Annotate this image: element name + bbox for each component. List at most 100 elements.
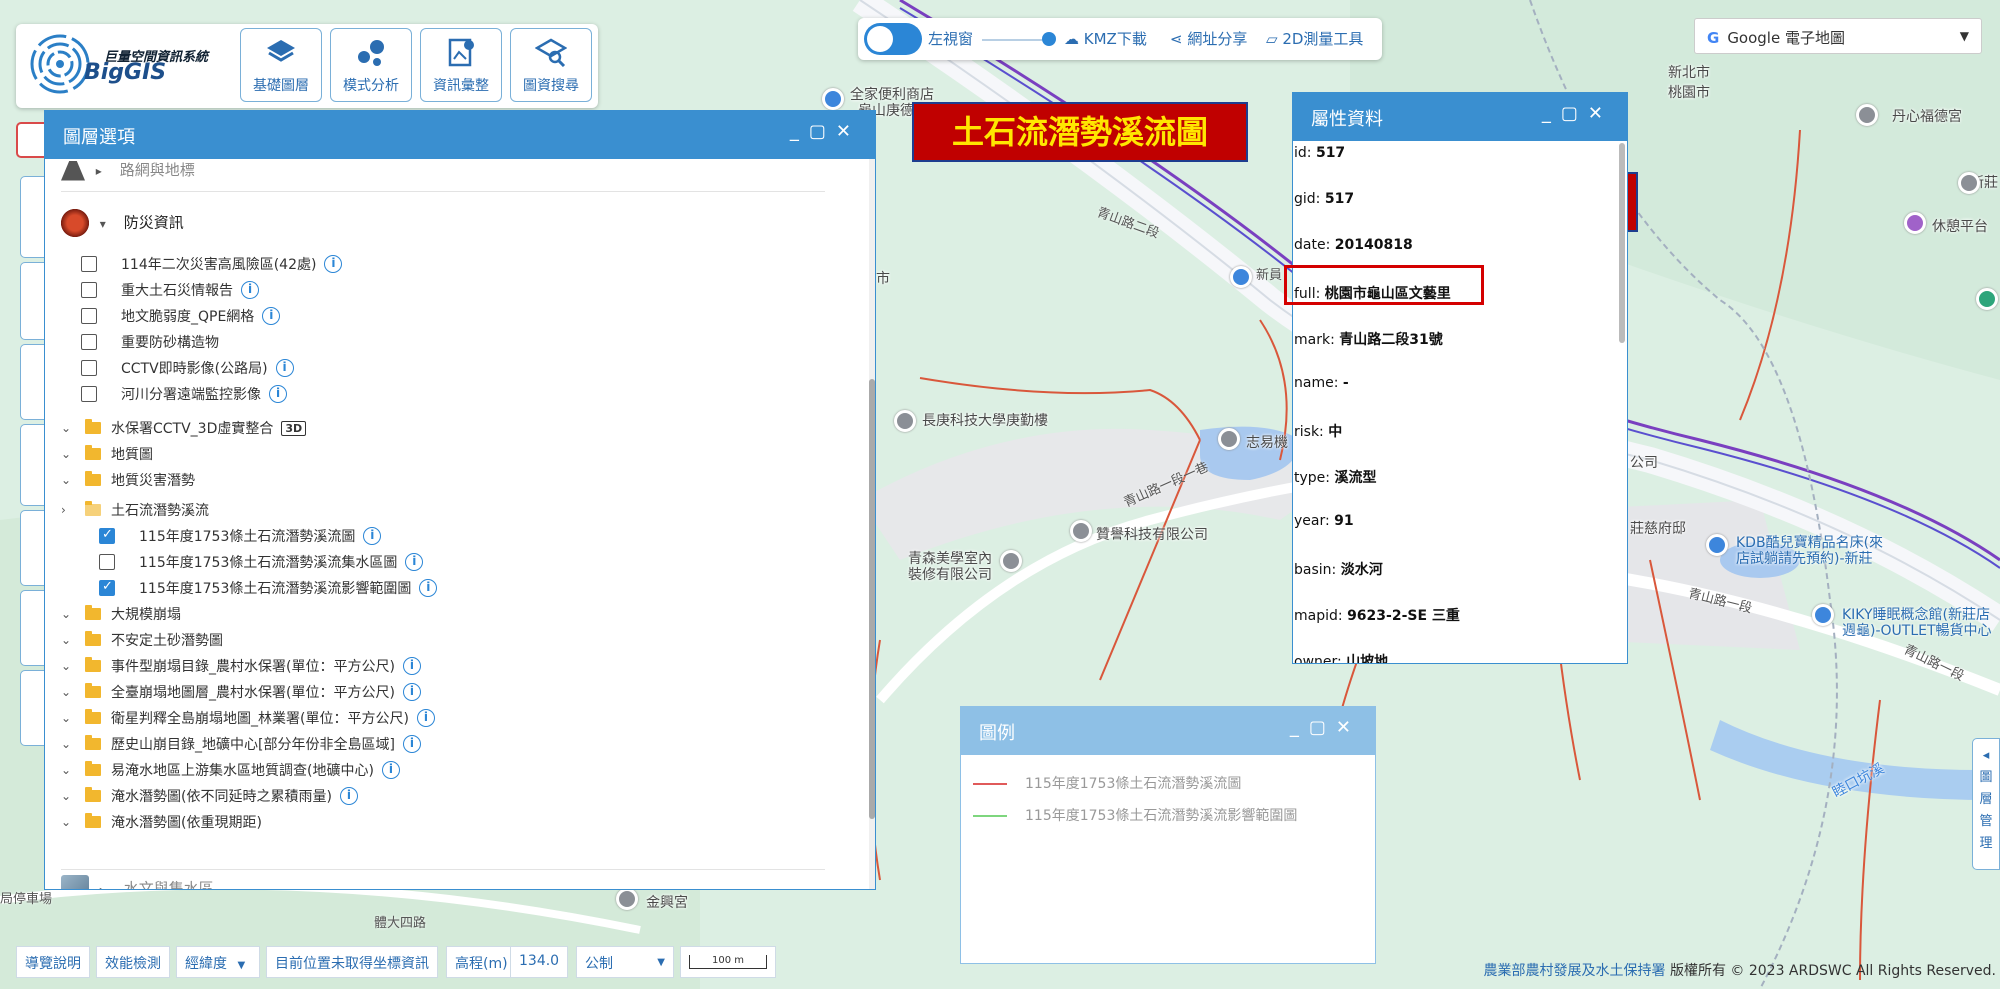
layer-checkbox[interactable] bbox=[81, 334, 97, 350]
info-icon[interactable]: i bbox=[339, 787, 358, 805]
layer-folder[interactable]: ⌄ 歷史山崩目錄_地礦中心[部分年份非全島區域] i bbox=[61, 733, 421, 755]
info-icon[interactable]: i bbox=[363, 527, 382, 545]
basemap-select[interactable]: G Google 電子地圖 ▼ bbox=[1694, 18, 1982, 54]
info-icon[interactable]: i bbox=[262, 307, 281, 325]
info-summary-button[interactable]: 資訊彙整 bbox=[420, 28, 502, 102]
map-label-newtaipei: 新北市 bbox=[1668, 65, 1710, 81]
info-icon[interactable]: i bbox=[324, 255, 343, 273]
layer-folder[interactable]: ⌄ 淹水潛勢圖(依不同延時之累積雨量) i bbox=[61, 785, 358, 807]
copyright-org[interactable]: 農業部農村發展及水土保持署 bbox=[1484, 963, 1666, 979]
layer-checkbox[interactable] bbox=[81, 360, 97, 376]
biggis-logo[interactable]: 巨量空間資訊系統 BigGIS bbox=[26, 30, 236, 100]
close-icon[interactable]: ✕ bbox=[836, 121, 861, 142]
park-pin-icon[interactable] bbox=[1976, 288, 1998, 310]
map-search-button[interactable]: 圖資搜尋 bbox=[510, 28, 592, 102]
layer-checkbox[interactable] bbox=[99, 527, 115, 544]
info-icon[interactable]: i bbox=[419, 579, 438, 597]
layer-folder[interactable]: ⌄ 易淹水地區上游集水區地質調查(地礦中心) i bbox=[61, 759, 400, 781]
share-url-button[interactable]: ⋖ 網址分享 bbox=[1170, 28, 1247, 49]
layer-checkbox[interactable] bbox=[81, 256, 97, 272]
analysis-button[interactable]: 模式分析 bbox=[330, 28, 412, 102]
info-icon[interactable]: i bbox=[241, 281, 259, 299]
location-pin-icon[interactable] bbox=[1070, 520, 1092, 542]
info-icon[interactable]: i bbox=[405, 553, 424, 571]
maximize-icon[interactable]: ▢ bbox=[809, 121, 836, 142]
layer-checkbox[interactable] bbox=[99, 554, 115, 570]
location-pin-icon[interactable] bbox=[1000, 550, 1022, 572]
layer-scrollbar[interactable] bbox=[869, 159, 875, 889]
layer-row[interactable]: 河川分署遠端監控影像 i bbox=[81, 383, 287, 405]
convenience-store-pin-icon[interactable] bbox=[822, 88, 844, 110]
info-icon[interactable]: i bbox=[269, 385, 287, 403]
legend-panel-header[interactable]: 圖例 _▢✕ bbox=[961, 707, 1375, 755]
layer-checkbox[interactable] bbox=[81, 386, 97, 402]
attribute-scrollbar[interactable] bbox=[1619, 143, 1625, 343]
layer-folder[interactable]: ⌄ 全臺崩塌地圖層_農村水保署(單位：平方公尺) i bbox=[61, 681, 421, 703]
debris-layer-row[interactable]: 115年度1753條土石流潛勢溪流影響範圍圖 i bbox=[99, 577, 438, 599]
layer-checkbox[interactable] bbox=[99, 579, 115, 596]
layer-panel-header[interactable]: 圖層選項 _▢✕ bbox=[45, 111, 875, 159]
chevron-down-icon: ▼ bbox=[1959, 29, 1969, 43]
rest-area-pin-icon[interactable] bbox=[1904, 212, 1926, 234]
guide-button[interactable]: 導覽說明 bbox=[16, 946, 90, 978]
coord-mode-select[interactable]: 經緯度 ▼ bbox=[176, 946, 260, 978]
layer-folder[interactable]: ⌄ 地質圖 bbox=[61, 443, 153, 465]
minimize-icon[interactable]: _ bbox=[1290, 717, 1309, 738]
minimize-icon[interactable]: _ bbox=[1542, 103, 1561, 124]
base-layers-button[interactable]: 基礎圖層 bbox=[240, 28, 322, 102]
folder-icon bbox=[85, 813, 101, 828]
info-summary-label: 資訊彙整 bbox=[433, 78, 489, 94]
info-icon[interactable]: i bbox=[402, 683, 421, 701]
layer-folder[interactable]: ⌄ 事件型崩塌目錄_農村水保署(單位：平方公尺) i bbox=[61, 655, 421, 677]
performance-button[interactable]: 效能檢測 bbox=[96, 946, 170, 978]
attribute-row-date: date: 20140818 bbox=[1294, 237, 1413, 253]
info-icon[interactable]: i bbox=[402, 735, 421, 753]
close-icon[interactable]: ✕ bbox=[1588, 103, 1613, 124]
kmz-download-button[interactable]: ☁ KMZ下載 bbox=[1064, 28, 1147, 49]
layer-checkbox[interactable] bbox=[81, 308, 97, 324]
section-disaster[interactable]: ▾ 防災資訊 bbox=[61, 209, 184, 237]
info-icon[interactable]: i bbox=[275, 359, 294, 377]
layer-management-tab[interactable]: ◂ 圖 層 管 理 bbox=[1972, 738, 2000, 870]
info-icon[interactable]: i bbox=[416, 709, 435, 727]
attribute-panel-header[interactable]: 屬性資料 _▢✕ bbox=[1293, 93, 1627, 141]
left-window-toggle[interactable] bbox=[864, 23, 922, 55]
unit-select[interactable]: 公制 ▼ bbox=[576, 946, 674, 978]
maximize-icon[interactable]: ▢ bbox=[1561, 103, 1588, 124]
section-roads[interactable]: ▸ 路網與地標 bbox=[61, 159, 195, 181]
temple-pin-icon[interactable] bbox=[1856, 104, 1878, 126]
layer-row[interactable]: 地文脆弱度_QPE網格 i bbox=[81, 305, 281, 327]
info-icon[interactable]: i bbox=[402, 657, 421, 675]
folder-debris-flow[interactable]: › 土石流潛勢溪流 bbox=[61, 499, 209, 521]
layer-folder[interactable]: ⌄ 衛星判釋全島崩塌地圖_林業署(單位：平方公尺) i bbox=[61, 707, 435, 729]
layer-row[interactable]: 重大土石災情報告 i bbox=[81, 279, 259, 301]
info-icon[interactable]: i bbox=[381, 761, 400, 779]
layer-row[interactable]: CCTV即時影像(公路局) i bbox=[81, 357, 294, 379]
location-pin-icon[interactable] bbox=[1218, 428, 1240, 450]
debris-layer-row[interactable]: 115年度1753條土石流潛勢溪流圖 i bbox=[99, 525, 382, 547]
opacity-slider-handle[interactable] bbox=[1042, 32, 1056, 46]
shop-pin-icon[interactable] bbox=[1812, 604, 1834, 626]
measure-tool-button[interactable]: ▱ 2D測量工具 bbox=[1266, 28, 1363, 49]
debris-layer-row[interactable]: 115年度1753條土石流潛勢溪流集水區圖 i bbox=[99, 551, 424, 573]
minimize-icon[interactable]: _ bbox=[790, 121, 809, 142]
transit-pin-icon[interactable] bbox=[1230, 266, 1252, 288]
layer-folder[interactable]: ⌄ 大規模崩塌 bbox=[61, 603, 181, 625]
layer-folder[interactable]: ⌄ 水保署CCTV_3D虛實整合 3D bbox=[61, 417, 307, 439]
maximize-icon[interactable]: ▢ bbox=[1309, 717, 1336, 738]
layer-folder[interactable]: ⌄ 淹水潛勢圖(依重現期距) bbox=[61, 811, 262, 833]
layer-row[interactable]: 114年二次災害高風險區(42處) i bbox=[81, 253, 343, 275]
layer-folder[interactable]: ⌄ 不安定土砂潛勢圖 bbox=[61, 629, 223, 651]
layer-row[interactable]: 重要防砂構造物 bbox=[81, 331, 219, 353]
shop-pin-icon[interactable] bbox=[1706, 534, 1728, 556]
location-pin-icon[interactable] bbox=[1958, 172, 1980, 194]
opacity-slider[interactable] bbox=[982, 39, 1042, 41]
google-icon: G bbox=[1707, 29, 1720, 47]
layer-folder[interactable]: ⌄ 地質災害潛勢 bbox=[61, 469, 195, 491]
close-icon[interactable]: ✕ bbox=[1336, 717, 1361, 738]
road-icon bbox=[61, 160, 85, 181]
layer-checkbox[interactable] bbox=[81, 282, 97, 298]
temple-pin-icon[interactable] bbox=[616, 888, 638, 910]
location-pin-icon[interactable] bbox=[894, 410, 916, 432]
section-hydrology[interactable]: ▸ 水文與集水區 bbox=[61, 875, 214, 889]
